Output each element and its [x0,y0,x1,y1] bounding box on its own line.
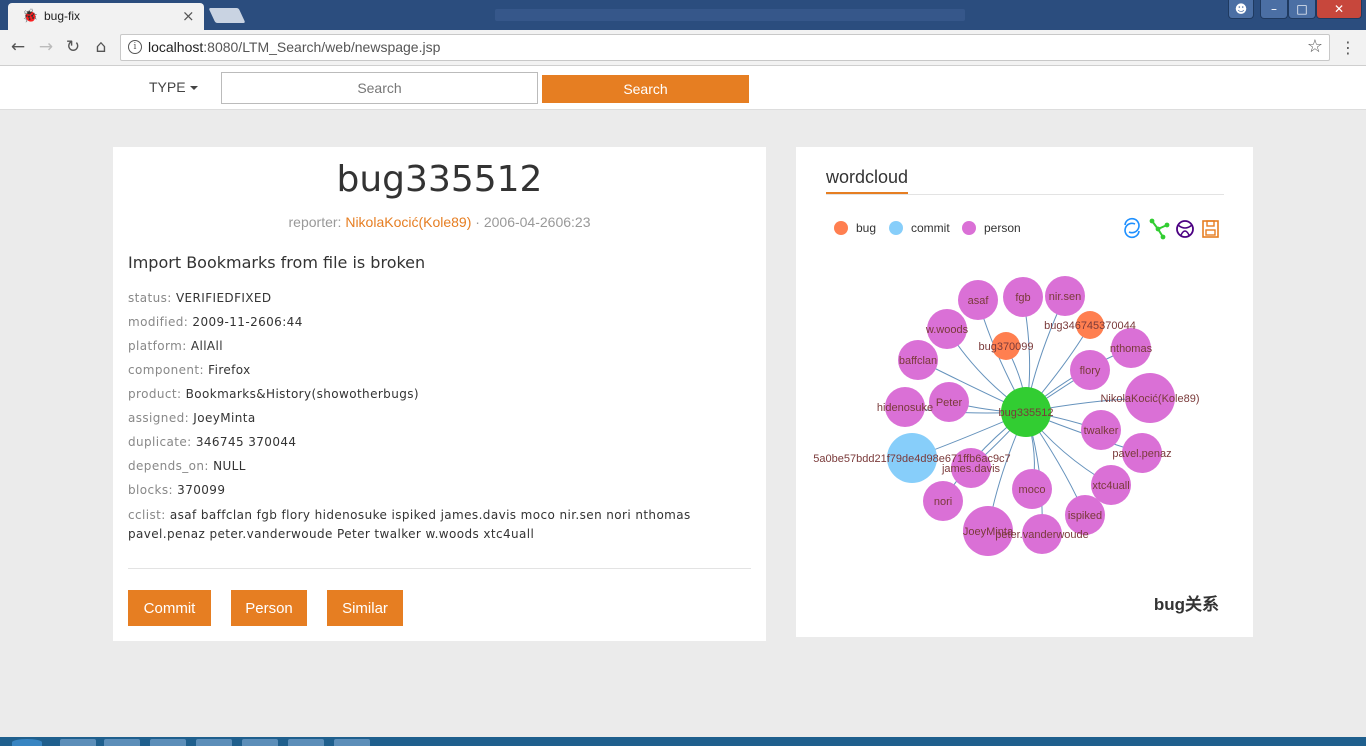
blurred-window-title [495,9,965,21]
field-platform: platform: AllAll [128,339,224,353]
reporter-link[interactable]: NikolaKocić(Kole89) [345,214,471,230]
save-image-icon[interactable] [1202,220,1219,238]
reload-icon[interactable]: ↻ [63,37,83,57]
type-dropdown[interactable]: TYPE [149,79,198,95]
field-duplicate: duplicate: 346745 370044 [128,435,297,449]
search-input[interactable] [221,72,538,104]
divider [128,568,751,569]
taskbar-app[interactable] [104,739,140,746]
browser-title-bar: 🐞 bug-fix × ☻ – □ ✕ [0,0,1366,30]
taskbar-app[interactable] [150,739,186,746]
node-label: w.woods [925,324,969,336]
taskbar-app[interactable] [60,739,96,746]
graph-card: wordcloud bug commit person asaf fgb nir.sen b… [796,147,1253,637]
search-header: TYPE Search [0,66,1366,110]
bookmark-star-icon[interactable]: ☆ [1307,36,1323,57]
caret-down-icon [189,86,198,91]
bug-favicon-icon: 🐞 [22,9,39,24]
field-component: component: Firefox [128,363,251,377]
user-icon[interactable]: ☻ [1228,0,1254,19]
legend-label: person [984,221,1021,235]
node-label: james.davis [941,463,1001,475]
new-tab-button[interactable] [208,8,246,23]
field-product: product: Bookmarks&History(showotherbugs… [128,387,419,401]
field-status: status: VERIFIEDFIXED [128,291,272,305]
legend-item-bug[interactable]: bug [834,221,876,235]
node-label: Peter [936,397,963,409]
search-button[interactable]: Search [542,75,749,103]
minimize-button[interactable]: – [1260,0,1288,19]
node-label: fgb [1015,292,1030,304]
url-text[interactable]: localhost:8080/LTM_Search/web/newspage.j… [148,39,440,55]
commit-button[interactable]: Commit [128,590,211,626]
bug-detail-card: bug335512 reporter: NikolaKocić(Kole89) … [113,147,766,641]
person-button[interactable]: Person [231,590,307,626]
browser-tab[interactable]: 🐞 bug-fix × [8,3,204,30]
legend-label: bug [856,221,876,235]
node-label: bug346745370044 [1044,320,1136,332]
chord-icon[interactable] [1176,220,1194,238]
maximize-button[interactable]: □ [1288,0,1316,19]
legend-label: commit [911,221,950,235]
node-label: nthomas [1110,343,1153,355]
back-icon[interactable]: ← [8,37,28,57]
legend-swatch [834,221,848,235]
reporter-label: reporter: [288,214,342,230]
force-layout-icon[interactable] [1149,218,1170,240]
similar-button[interactable]: Similar [327,590,403,626]
field-assigned: assigned: JoeyMinta [128,411,256,425]
home-icon[interactable]: ⌂ [91,37,111,57]
legend-swatch [889,221,903,235]
restore-icon[interactable] [1124,217,1140,239]
tab-title: bug-fix [44,9,81,23]
type-label: TYPE [149,79,186,95]
url-host: localhost [148,39,204,55]
node-label: moco [1019,484,1046,496]
info-icon[interactable]: i [128,40,142,54]
node-label: NikolaKocić(Kole89) [1100,393,1199,405]
close-window-button[interactable]: ✕ [1316,0,1362,19]
bug-summary: Import Bookmarks from file is broken [128,253,426,272]
legend-item-commit[interactable]: commit [889,221,950,235]
node-label: bug335512 [998,407,1053,419]
url-path: :8080/LTM_Search/web/newspage.jsp [203,39,441,55]
browser-toolbar: ← → ↻ ⌂ i localhost:8080/LTM_Search/web/… [0,30,1366,66]
report-date: · 2006-04-2606:23 [471,214,591,230]
bug-title: bug335512 [336,159,543,200]
bug-fields: status: VERIFIEDFIXED modified: 2009-11-… [128,286,748,544]
node-label: bug370099 [978,341,1033,353]
start-button[interactable] [12,739,42,746]
os-taskbar [0,737,1366,746]
legend-swatch [962,221,976,235]
taskbar-app[interactable] [242,739,278,746]
node-label: twalker [1084,425,1119,437]
forward-icon[interactable]: → [36,37,56,57]
field-depends-on: depends_on: NULL [128,459,246,473]
legend-item-person[interactable]: person [962,221,1021,235]
tab-close-icon[interactable]: × [182,7,195,25]
node-label: baffclan [899,355,937,367]
node-label: nir.sen [1049,291,1081,303]
node-label: nori [934,496,952,508]
graph-caption: bug关系 [1153,595,1219,614]
node-label: pavel.penaz [1112,448,1171,460]
taskbar-app[interactable] [288,739,324,746]
taskbar-app[interactable] [196,739,232,746]
field-blocks: blocks: 370099 [128,483,226,497]
node-label: xtc4uall [1092,480,1129,492]
relation-graph[interactable]: bug commit person asaf fgb nir.sen bug34674537… [796,147,1253,637]
node-label: hidenosuke [877,402,933,414]
graph-toolbox [1124,217,1219,240]
field-cclist: cclist: asaf baffclan fgb flory hidenosu… [128,508,691,541]
address-bar[interactable]: i localhost:8080/LTM_Search/web/newspage… [120,34,1330,61]
node-label: flory [1080,365,1101,377]
taskbar-app[interactable] [334,739,370,746]
browser-menu-icon[interactable]: ⋮ [1340,38,1356,58]
field-modified: modified: 2009-11-2606:44 [128,315,303,329]
bug-meta: reporter: NikolaKocić(Kole89) · 2006-04-… [113,214,766,230]
node-label: peter.vanderwoude [995,529,1089,541]
node-label: ispiked [1068,510,1102,522]
node-label: asaf [968,295,990,307]
